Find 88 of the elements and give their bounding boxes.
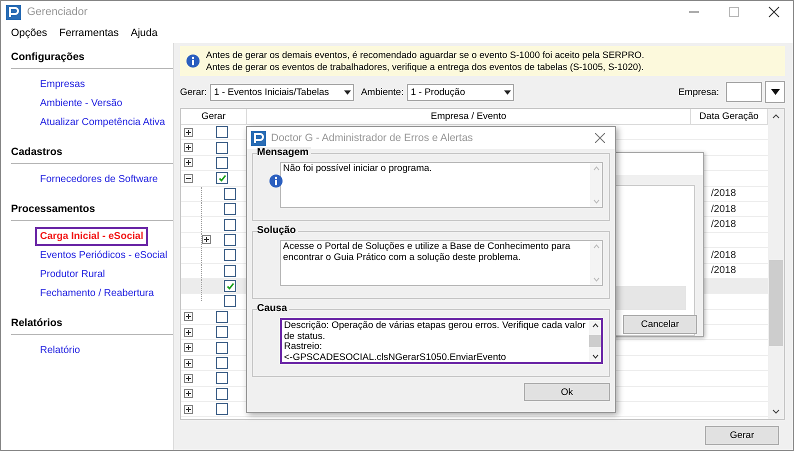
expand-icon[interactable] bbox=[184, 404, 193, 414]
checkbox[interactable] bbox=[216, 156, 228, 169]
collapse-icon[interactable] bbox=[184, 174, 193, 183]
scrollbar[interactable] bbox=[768, 109, 784, 419]
checkbox[interactable] bbox=[216, 403, 228, 416]
checkbox[interactable] bbox=[224, 295, 236, 308]
sidebar-link[interactable]: Carga Inicial - eSocial bbox=[35, 227, 148, 246]
sidebar-link[interactable]: Fechamento / Reabertura bbox=[35, 284, 159, 303]
checkbox[interactable] bbox=[216, 357, 228, 370]
checkbox[interactable] bbox=[216, 142, 228, 154]
scroll-up-icon[interactable] bbox=[592, 323, 598, 328]
expand-icon[interactable] bbox=[184, 128, 193, 137]
dropdown-arrow-icon bbox=[344, 90, 351, 94]
field-label: Ambiente: bbox=[360, 86, 404, 98]
scrollbar-thumb[interactable] bbox=[589, 335, 601, 347]
checkbox[interactable] bbox=[224, 280, 236, 292]
dropdown-button[interactable] bbox=[765, 81, 785, 103]
checkbox[interactable] bbox=[216, 372, 228, 384]
message-text: Não foi possível iniciar o programa. bbox=[283, 164, 433, 175]
checkbox[interactable] bbox=[224, 188, 236, 200]
checkbox[interactable] bbox=[224, 249, 236, 262]
menu-item[interactable]: Ferramentas bbox=[59, 27, 119, 39]
date-cell-text: /2018 bbox=[710, 219, 738, 230]
checkbox[interactable] bbox=[216, 326, 228, 338]
sidebar-link[interactable]: Relatório bbox=[35, 341, 86, 360]
generate-button[interactable]: Gerar bbox=[705, 426, 779, 445]
sidebar-link[interactable]: Fornecedores de Software bbox=[35, 170, 163, 189]
scroll-up-icon[interactable] bbox=[772, 113, 780, 119]
expand-icon[interactable] bbox=[184, 374, 193, 383]
app-logo-icon bbox=[6, 4, 21, 20]
message-text: Descrição: Operação de várias etapas gerou erros. Verifique cada valor de status. bbox=[284, 321, 587, 342]
checkbox[interactable] bbox=[216, 310, 228, 323]
message-text: <-GPSCADESOCIAL.clsNGerarS1050.EnviarEvento bbox=[284, 352, 508, 364]
column-header[interactable]: Gerar bbox=[181, 109, 247, 124]
expand-icon[interactable] bbox=[184, 158, 193, 168]
sidebar-link[interactable]: Eventos Periódicos - eSocial bbox=[35, 246, 172, 265]
expand-icon[interactable] bbox=[202, 235, 211, 244]
expand-icon[interactable] bbox=[184, 143, 193, 152]
checkbox[interactable] bbox=[224, 203, 236, 216]
sidebar-link[interactable]: Empresas bbox=[35, 75, 90, 94]
message-text: Acesse o Portal de Soluções e utilize a Base de Conhecimento para encontrar o Guia Prático com a solução deste problema. bbox=[283, 242, 572, 264]
date-cell-text: /2018 bbox=[710, 265, 738, 276]
gerar-dropdown[interactable]: 1 - Eventos Iniciais/Tabelas bbox=[210, 84, 354, 100]
column-header[interactable]: Empresa / Evento bbox=[247, 109, 691, 124]
checkbox[interactable] bbox=[224, 234, 236, 246]
menu-item[interactable]: Opções bbox=[11, 27, 48, 39]
group-title: Mensagem bbox=[257, 147, 311, 158]
info-icon bbox=[186, 54, 200, 68]
notice-text: Antes de gerar os eventos de trabalhadores, verifique a entrega dos eventos de tabelas (S-1005, S-1020). bbox=[206, 61, 644, 73]
sidebar-link[interactable]: Ambiente - Versão bbox=[35, 94, 128, 113]
window-title: Gerenciador bbox=[27, 6, 89, 18]
date-cell-text: /2018 bbox=[710, 188, 738, 200]
dialog-title: Doctor G - Administrador de Erros e Alertas bbox=[271, 132, 474, 144]
ambiente-dropdown[interactable]: 1 - Produção bbox=[406, 84, 514, 100]
expand-icon[interactable] bbox=[184, 358, 193, 368]
expand-icon[interactable] bbox=[184, 328, 193, 337]
close-icon[interactable] bbox=[767, 5, 781, 19]
date-cell-text: /2018 bbox=[710, 250, 738, 261]
date-cell-text: /2018 bbox=[710, 204, 738, 215]
scroll-down-icon[interactable] bbox=[772, 409, 780, 415]
checkbox[interactable] bbox=[216, 126, 228, 138]
expand-icon[interactable] bbox=[184, 312, 193, 322]
checkbox[interactable] bbox=[216, 388, 228, 400]
expand-icon[interactable] bbox=[184, 389, 193, 398]
text-area[interactable]: Descrição: Operação de várias etapas gerou erros. Verifique cada valor de status. Rastreio: <-GPSCADESOCIAL.clsNGerarS1050.EnviarEvento bbox=[280, 318, 603, 364]
menu-item[interactable]: Ajuda bbox=[130, 27, 158, 39]
info-icon bbox=[269, 174, 283, 188]
notice-text: Antes de gerar os demais eventos, é recomendado aguardar se o evento S-1000 foi aceito pela SERPRO. bbox=[206, 49, 644, 61]
field-label: Empresa: bbox=[678, 86, 719, 98]
scrollbar-thumb[interactable] bbox=[769, 260, 783, 346]
empresa-field[interactable] bbox=[726, 82, 762, 102]
dropdown-arrow-icon bbox=[504, 90, 511, 94]
scroll-down-icon[interactable] bbox=[592, 354, 598, 359]
group-title: Solução bbox=[257, 225, 298, 236]
expand-icon[interactable] bbox=[184, 343, 193, 352]
ok-button[interactable]: Ok bbox=[524, 383, 610, 401]
group-title: Causa bbox=[257, 303, 290, 314]
app-logo-icon bbox=[251, 130, 266, 146]
checkbox[interactable] bbox=[224, 264, 236, 277]
field-label: Gerar: bbox=[180, 86, 207, 98]
checkbox[interactable] bbox=[216, 342, 228, 354]
message-text: Rastreio: bbox=[284, 342, 324, 353]
sidebar-link[interactable]: Produtor Rural bbox=[35, 265, 110, 284]
sidebar-link[interactable]: Atualizar Competência Ativa bbox=[35, 113, 170, 132]
checkbox[interactable] bbox=[216, 172, 228, 184]
dropdown-arrow-icon bbox=[770, 89, 780, 95]
cancel-button[interactable]: Cancelar bbox=[623, 315, 697, 334]
checkbox[interactable] bbox=[224, 218, 236, 231]
